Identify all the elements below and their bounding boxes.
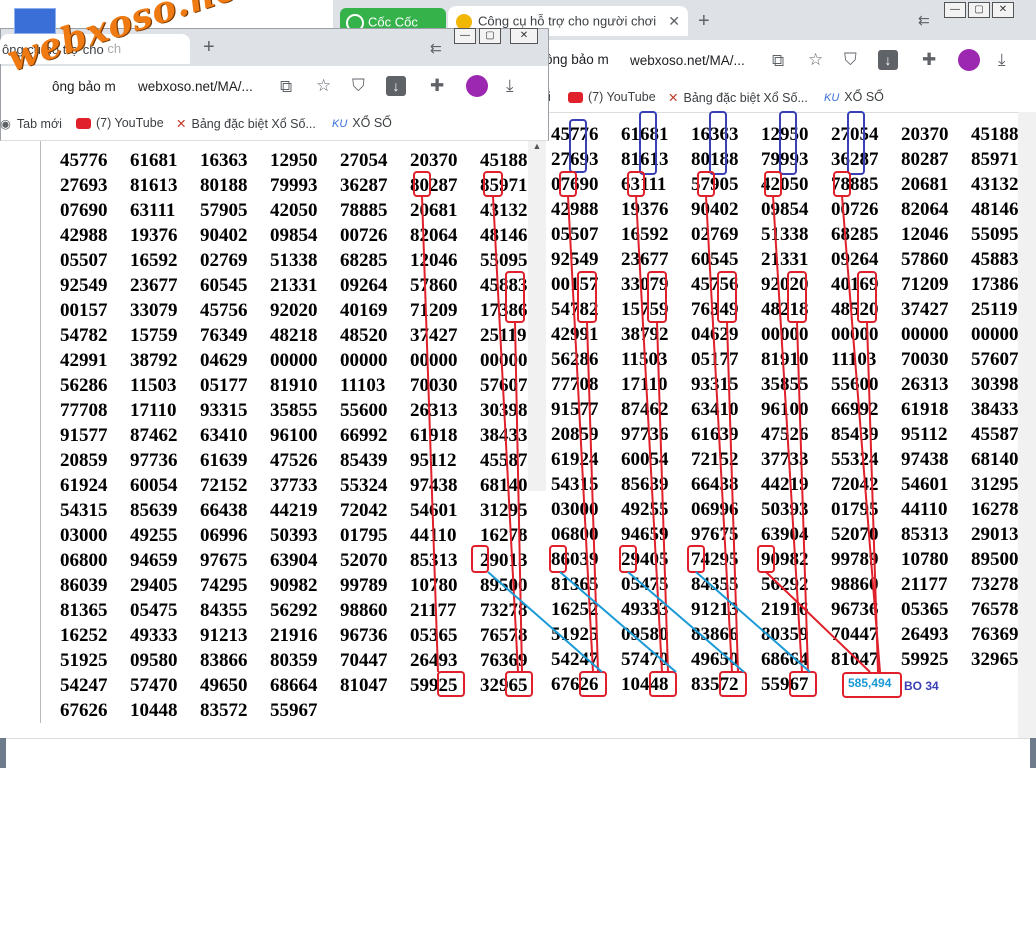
red-highlight-box bbox=[833, 171, 851, 197]
red-highlight-box bbox=[787, 271, 807, 323]
cyan-trace-line bbox=[487, 571, 603, 673]
red-trace-line bbox=[421, 195, 439, 673]
red-highlight-box bbox=[627, 171, 645, 197]
result-label: 585,494 bbox=[848, 676, 892, 690]
red-highlight-box bbox=[764, 171, 782, 197]
blue-highlight-box bbox=[639, 111, 657, 175]
red-highlight-box bbox=[579, 671, 607, 697]
cyan-trace-line bbox=[695, 571, 811, 673]
red-highlight-box bbox=[577, 271, 597, 323]
bo-label: BO 34 bbox=[904, 679, 939, 693]
red-highlight-box bbox=[687, 545, 705, 573]
blue-highlight-box bbox=[709, 111, 727, 175]
red-highlight-box bbox=[717, 271, 737, 323]
red-highlight-box bbox=[549, 545, 567, 573]
red-trace-line bbox=[492, 195, 519, 673]
red-highlight-box bbox=[471, 545, 489, 573]
red-highlight-box bbox=[559, 171, 577, 197]
red-trace-line bbox=[866, 321, 879, 673]
red-highlight-box bbox=[649, 671, 677, 697]
red-highlight-box bbox=[483, 171, 503, 197]
red-highlight-box bbox=[647, 271, 667, 323]
red-highlight-box bbox=[437, 671, 465, 697]
blue-highlight-box bbox=[569, 119, 587, 173]
red-highlight-box bbox=[697, 171, 715, 197]
red-trace-line bbox=[635, 195, 663, 673]
red-highlight-box bbox=[505, 671, 533, 697]
red-trace-line bbox=[567, 195, 594, 673]
red-trace-line bbox=[586, 321, 599, 673]
red-highlight-box bbox=[619, 545, 637, 573]
red-highlight-box bbox=[505, 271, 525, 323]
blue-highlight-box bbox=[847, 111, 865, 175]
red-trace-line bbox=[765, 571, 871, 673]
annotation-overlay bbox=[413, 111, 881, 697]
red-highlight-box bbox=[857, 271, 877, 323]
red-highlight-box bbox=[757, 545, 775, 573]
red-highlight-box bbox=[719, 671, 747, 697]
red-highlight-box bbox=[789, 671, 817, 697]
red-highlight-box bbox=[413, 171, 431, 197]
red-trace-line bbox=[841, 195, 881, 673]
blue-highlight-box bbox=[779, 111, 797, 175]
red-trace-line bbox=[772, 195, 803, 673]
